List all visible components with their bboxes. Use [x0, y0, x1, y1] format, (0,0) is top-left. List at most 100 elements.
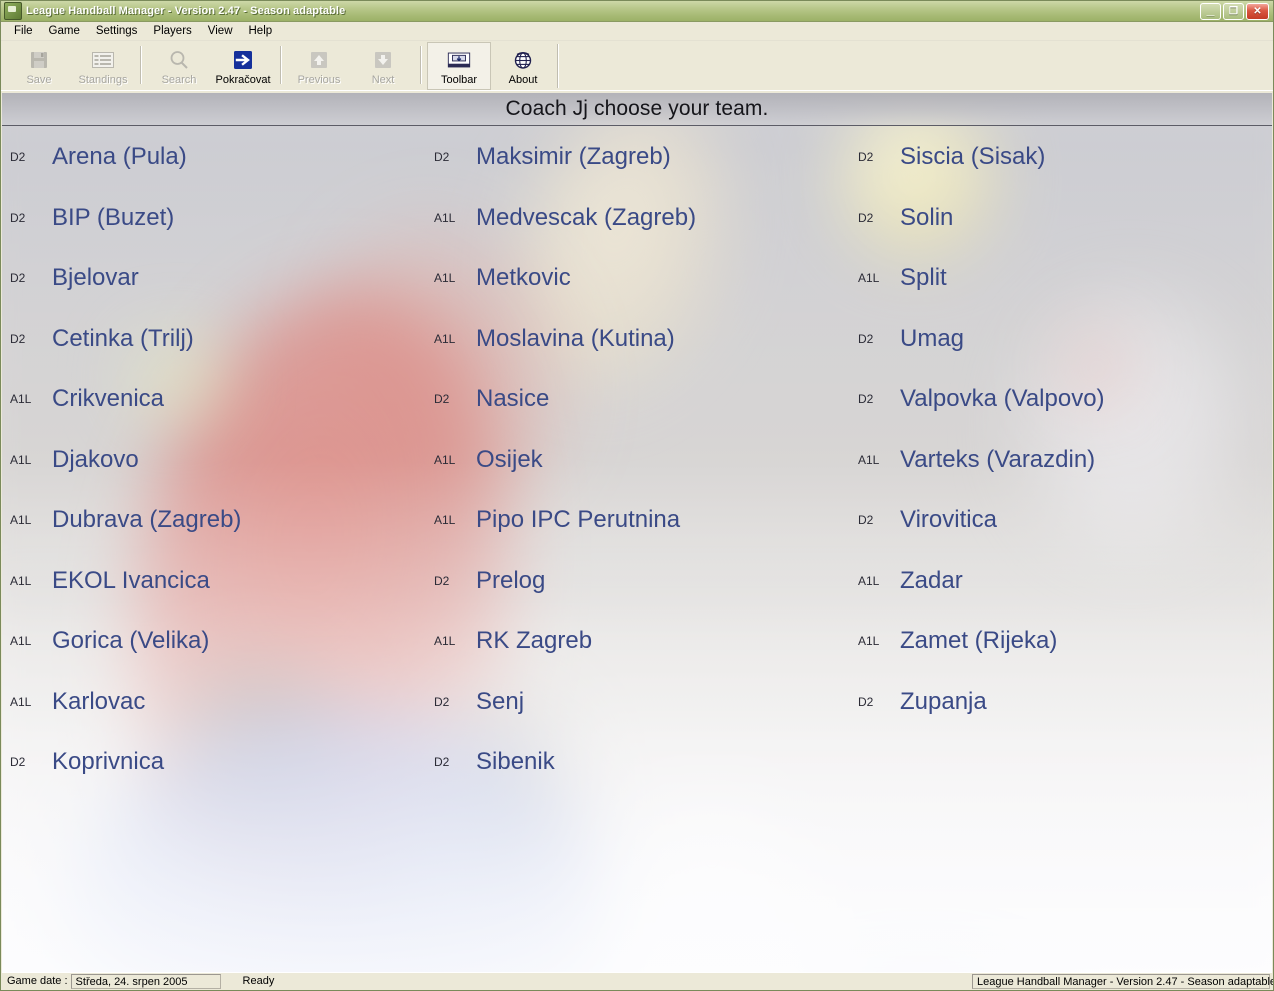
team-row[interactable]: A1L Gorica (Velika) — [2, 611, 426, 672]
team-name-link[interactable]: Zupanja — [900, 688, 987, 716]
team-row[interactable]: D2 Cetinka (Trilj) — [2, 309, 426, 370]
toolbar-separator-4 — [557, 44, 559, 88]
team-row[interactable]: A1L Djakovo — [2, 430, 426, 491]
team-row[interactable]: D2 Valpovka (Valpovo) — [850, 369, 1272, 430]
app-icon — [4, 2, 22, 20]
team-selection-panel: Coach Jj choose your team. D2 Arena (Pul… — [2, 93, 1272, 972]
menu-item-players[interactable]: Players — [145, 23, 199, 40]
toolbar-button-search[interactable]: Search — [147, 42, 211, 90]
team-name-link[interactable]: Arena (Pula) — [52, 143, 187, 171]
team-league-badge: D2 — [858, 331, 874, 346]
team-row[interactable]: D2 Senj — [426, 672, 850, 733]
team-row[interactable]: D2 Virovitica — [850, 490, 1272, 551]
team-name-link[interactable]: Medvescak (Zagreb) — [476, 204, 696, 232]
team-name-link[interactable]: Dubrava (Zagreb) — [52, 506, 241, 534]
team-name-link[interactable]: BIP (Buzet) — [52, 204, 174, 232]
team-row[interactable]: A1L Osijek — [426, 430, 850, 491]
team-name-link[interactable]: Djakovo — [52, 446, 139, 474]
minimize-button[interactable]: _ — [1200, 2, 1221, 20]
team-league-badge: A1L — [858, 271, 880, 286]
toolbar-button-save[interactable]: Save — [7, 42, 71, 90]
team-row[interactable]: D2 Bjelovar — [2, 248, 426, 309]
team-league-badge: D2 — [10, 755, 26, 770]
menu-item-settings[interactable]: Settings — [88, 23, 146, 40]
menu-bar: File Game Settings Players View Help — [1, 22, 1273, 41]
toolbar-button-previous[interactable]: Previous — [287, 42, 351, 90]
toolbar-button-toolbar[interactable]: Toolbar — [427, 42, 491, 90]
close-button[interactable]: ✕ — [1246, 2, 1269, 20]
team-row[interactable]: A1L Zadar — [850, 551, 1272, 612]
team-name-link[interactable]: Umag — [900, 325, 964, 353]
team-name-link[interactable]: Varteks (Varazdin) — [900, 446, 1095, 474]
team-name-link[interactable]: Nasice — [476, 385, 549, 413]
team-row[interactable]: A1L EKOL Ivancica — [2, 551, 426, 612]
team-row[interactable]: D2 Koprivnica — [2, 732, 426, 793]
team-league-badge: A1L — [858, 634, 880, 649]
toolbar-button-about[interactable]: About — [491, 42, 555, 90]
toolbar-button-next[interactable]: Next — [351, 42, 415, 90]
team-row[interactable]: D2 Solin — [850, 188, 1272, 249]
game-date-label: Game date : — [7, 975, 68, 987]
team-row[interactable]: D2 Siscia (Sisak) — [850, 127, 1272, 188]
toolbar-button-pokracovat[interactable]: Pokračovat — [211, 42, 275, 90]
team-name-link[interactable]: Senj — [476, 688, 524, 716]
team-row[interactable]: A1L Pipo IPC Perutnina — [426, 490, 850, 551]
toolbar-separator-2 — [280, 46, 282, 84]
team-name-link[interactable]: Karlovac — [52, 688, 145, 716]
arrow-up-icon — [306, 47, 332, 73]
team-name-link[interactable]: Valpovka (Valpovo) — [900, 385, 1105, 413]
team-name-link[interactable]: Virovitica — [900, 506, 997, 534]
team-row[interactable]: A1L Split — [850, 248, 1272, 309]
team-name-link[interactable]: Pipo IPC Perutnina — [476, 506, 680, 534]
team-name-link[interactable]: Gorica (Velika) — [52, 627, 209, 655]
toolbar-button-standings[interactable]: Standings — [71, 42, 135, 90]
toolbar-label-search: Search — [161, 74, 197, 86]
team-league-badge: D2 — [434, 150, 450, 165]
team-row[interactable]: D2 Maksimir (Zagreb) — [426, 127, 850, 188]
team-row[interactable]: A1L Crikvenica — [2, 369, 426, 430]
team-name-link[interactable]: Koprivnica — [52, 748, 164, 776]
team-row[interactable]: A1L Moslavina (Kutina) — [426, 309, 850, 370]
menu-item-view[interactable]: View — [200, 23, 241, 40]
team-league-badge: D2 — [10, 150, 26, 165]
team-row[interactable]: D2 Umag — [850, 309, 1272, 370]
team-row[interactable]: A1L RK Zagreb — [426, 611, 850, 672]
team-row[interactable]: D2 BIP (Buzet) — [2, 188, 426, 249]
team-name-link[interactable]: EKOL Ivancica — [52, 567, 210, 595]
team-row[interactable]: A1L Varteks (Varazdin) — [850, 430, 1272, 491]
team-name-link[interactable]: Split — [900, 264, 947, 292]
team-row[interactable]: D2 Prelog — [426, 551, 850, 612]
team-row[interactable]: D2 Sibenik — [426, 732, 850, 793]
team-league-badge: A1L — [10, 573, 32, 588]
maximize-button[interactable]: ❐ — [1223, 2, 1244, 20]
team-row[interactable]: D2 Zupanja — [850, 672, 1272, 733]
team-row[interactable]: A1L Dubrava (Zagreb) — [2, 490, 426, 551]
team-row[interactable]: A1L Medvescak (Zagreb) — [426, 188, 850, 249]
menu-item-game[interactable]: Game — [41, 23, 88, 40]
team-name-link[interactable]: Prelog — [476, 567, 545, 595]
team-row[interactable]: D2 Arena (Pula) — [2, 127, 426, 188]
team-name-link[interactable]: Osijek — [476, 446, 543, 474]
team-row[interactable]: A1L Metkovic — [426, 248, 850, 309]
team-name-link[interactable]: Siscia (Sisak) — [900, 143, 1045, 171]
team-name-link[interactable]: Zadar — [900, 567, 963, 595]
menu-item-help[interactable]: Help — [241, 23, 281, 40]
team-name-link[interactable]: Zamet (Rijeka) — [900, 627, 1057, 655]
team-league-badge: A1L — [10, 452, 32, 467]
team-name-link[interactable]: Maksimir (Zagreb) — [476, 143, 671, 171]
team-name-link[interactable]: Bjelovar — [52, 264, 139, 292]
team-name-link[interactable]: Moslavina (Kutina) — [476, 325, 675, 353]
team-name-link[interactable]: RK Zagreb — [476, 627, 592, 655]
team-name-link[interactable]: Metkovic — [476, 264, 571, 292]
team-name-link[interactable]: Sibenik — [476, 748, 555, 776]
app-window: League Handball Manager - Version 2.47 -… — [0, 0, 1274, 991]
team-name-link[interactable]: Solin — [900, 204, 953, 232]
team-row[interactable]: A1L Karlovac — [2, 672, 426, 733]
menu-item-file[interactable]: File — [6, 23, 41, 40]
team-league-badge: A1L — [434, 271, 456, 286]
team-row[interactable]: A1L Zamet (Rijeka) — [850, 611, 1272, 672]
team-name-link[interactable]: Cetinka (Trilj) — [52, 325, 194, 353]
team-name-link[interactable]: Crikvenica — [52, 385, 164, 413]
team-row[interactable]: D2 Nasice — [426, 369, 850, 430]
title-bar: League Handball Manager - Version 2.47 -… — [1, 1, 1273, 22]
